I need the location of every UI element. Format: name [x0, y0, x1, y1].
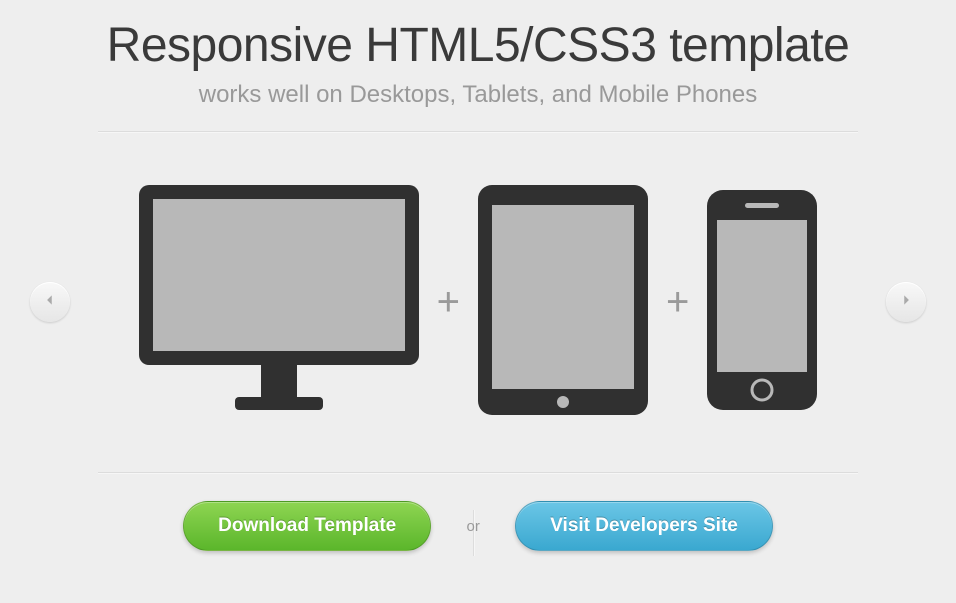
- devices-illustration: + +: [0, 172, 956, 432]
- hero-section: + +: [0, 172, 956, 432]
- divider-top: [98, 131, 858, 132]
- next-slide-button[interactable]: [886, 282, 926, 322]
- visit-button[interactable]: Visit Developers Site: [515, 501, 773, 551]
- phone-icon: [707, 190, 817, 415]
- tablet-icon: [478, 185, 648, 420]
- divider-bottom: [98, 472, 858, 473]
- chevron-right-icon: [899, 293, 913, 312]
- page-subtitle: works well on Desktops, Tablets, and Mob…: [0, 81, 956, 109]
- chevron-left-icon: [43, 293, 57, 312]
- prev-slide-button[interactable]: [30, 282, 70, 322]
- page-title: Responsive HTML5/CSS3 template: [0, 0, 956, 73]
- plus-separator: +: [666, 280, 689, 325]
- desktop-monitor-icon: [139, 185, 419, 420]
- cta-row: Download Template or Visit Developers Si…: [0, 501, 956, 551]
- download-button[interactable]: Download Template: [183, 501, 431, 551]
- or-divider: or: [453, 518, 493, 535]
- plus-separator: +: [437, 280, 460, 325]
- or-label: or: [463, 518, 484, 535]
